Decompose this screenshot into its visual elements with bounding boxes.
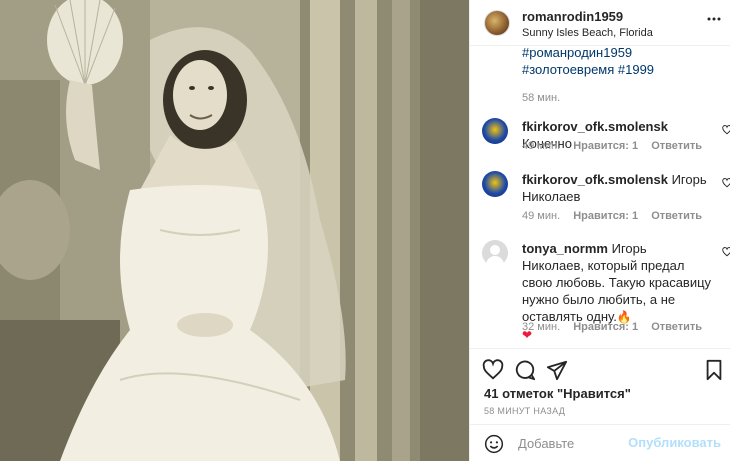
author-avatar[interactable]	[484, 10, 510, 36]
post-photo[interactable]	[0, 0, 469, 461]
post-side-panel: romanrodin1959 Sunny Isles Beach, Florid…	[469, 0, 730, 461]
comment-likes[interactable]: Нравится: 1	[573, 210, 638, 222]
comment-time: 49 мин.	[522, 140, 561, 152]
comment-likes[interactable]: Нравится: 1	[573, 140, 638, 152]
commenter-username[interactable]: tonya_normm	[522, 241, 608, 256]
post-location[interactable]: Sunny Isles Beach, Florida	[522, 27, 653, 39]
add-comment-bar: Опубликовать	[470, 424, 730, 461]
comment-time: 32 мин.	[522, 321, 561, 333]
comment-bubble-icon[interactable]	[514, 359, 536, 381]
comment-likes[interactable]: Нравится: 1	[573, 321, 638, 333]
comment-meta: 49 мин. Нравится: 1 Ответить	[522, 210, 712, 222]
caption-time: 58 мин.	[522, 92, 561, 104]
smiley-icon[interactable]	[484, 434, 504, 454]
hashtags-text[interactable]: #романродин1959 #золотоевремя #1999	[522, 44, 722, 78]
commenter-avatar[interactable]	[482, 171, 508, 197]
commenter-username[interactable]: fkirkorov_ofk.smolensk	[522, 119, 668, 134]
comment-meta: 32 мин. Нравится: 1 Ответить	[522, 321, 712, 333]
comment-body: fkirkorov_ofk.smolensk Игорь Николаев	[522, 171, 712, 205]
comment-reply-button[interactable]: Ответить	[651, 140, 702, 152]
comment-reply-button[interactable]: Ответить	[651, 210, 702, 222]
bookmark-icon[interactable]	[703, 359, 725, 381]
comment-reply-button[interactable]: Ответить	[651, 321, 702, 333]
posted-time: 58 МИНУТ НАЗАД	[484, 406, 566, 416]
more-options-icon[interactable]	[707, 12, 721, 26]
commenter-username[interactable]: fkirkorov_ofk.smolensk	[522, 172, 668, 187]
comment-meta: 49 мин. Нравится: 1 Ответить	[522, 140, 712, 152]
paper-plane-icon[interactable]	[546, 359, 568, 381]
caption-hashtags[interactable]: #романродин1959 #золотоевремя #1999 58 м…	[522, 44, 722, 107]
author-username[interactable]: romanrodin1959	[522, 9, 623, 24]
comment-like-icon[interactable]	[722, 123, 730, 135]
photo-illustration	[0, 0, 469, 461]
publish-button[interactable]: Опубликовать	[628, 435, 721, 450]
likes-count[interactable]: 41 отметок "Нравится"	[484, 386, 631, 401]
commenter-avatar[interactable]	[482, 240, 508, 266]
post-header: romanrodin1959 Sunny Isles Beach, Florid…	[470, 0, 730, 46]
comment-like-icon[interactable]	[722, 245, 730, 257]
comment-time: 49 мин.	[522, 210, 561, 222]
heart-outline-icon[interactable]	[482, 359, 504, 381]
commenter-avatar[interactable]	[482, 118, 508, 144]
comment-like-icon[interactable]	[722, 176, 730, 188]
